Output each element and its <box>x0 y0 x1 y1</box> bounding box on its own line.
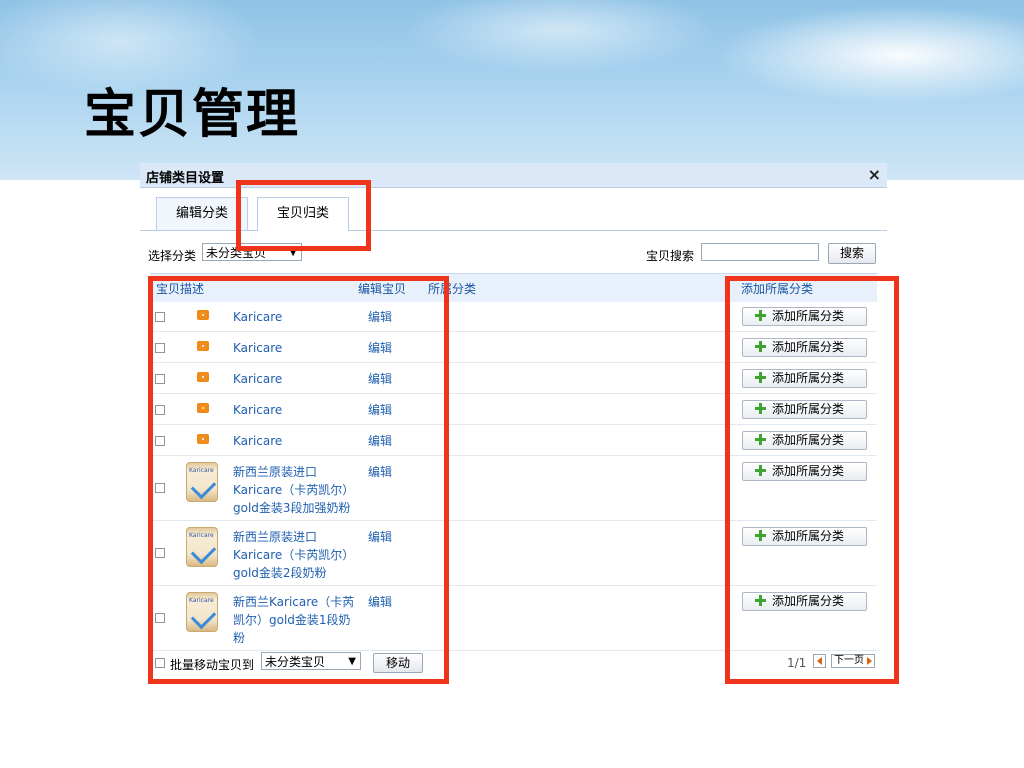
edit-link[interactable]: 编辑 <box>368 401 392 418</box>
add-category-button[interactable]: 添加所属分类 <box>742 369 867 388</box>
next-page-label: 下一页 <box>834 655 864 666</box>
row-checkbox[interactable] <box>155 374 165 384</box>
edit-link[interactable]: 编辑 <box>368 370 392 387</box>
chevron-down-icon: ▼ <box>348 656 356 667</box>
plus-icon <box>755 372 766 383</box>
table-row: 新西兰原装进口Karicare（卡芮凯尔）gold金装2段奶粉 编辑 添加所属分… <box>150 521 877 586</box>
table-row: Karicare 编辑 添加所属分类 <box>150 332 877 363</box>
category-filter-value: 未分类宝贝 <box>206 246 267 260</box>
page-indicator: 1/1 <box>787 656 807 670</box>
plus-icon <box>755 465 766 476</box>
product-thumbnail <box>186 462 218 502</box>
next-page-button[interactable]: 下一页 <box>831 654 875 668</box>
item-name-link[interactable]: Karicare <box>233 370 355 388</box>
add-category-label: 添加所属分类 <box>772 464 845 478</box>
select-all-checkbox[interactable] <box>155 658 165 668</box>
table-row: 新西兰Karicare（卡芮凯尔）gold金装1段奶粉 编辑 添加所属分类 <box>150 586 877 651</box>
search-input[interactable] <box>701 243 819 261</box>
item-name-link[interactable]: 新西兰原装进口Karicare（卡芮凯尔）gold金装2段奶粉 <box>233 528 355 582</box>
batch-move-label: 批量移动宝贝到 <box>170 658 255 672</box>
camera-icon <box>197 372 209 382</box>
table-row: Karicare 编辑 添加所属分类 <box>150 425 877 456</box>
row-checkbox[interactable] <box>155 343 165 353</box>
item-name-link[interactable]: 新西兰原装进口Karicare（卡芮凯尔）gold金装3段加强奶粉 <box>233 463 355 517</box>
search-label: 宝贝搜索 <box>646 249 695 263</box>
product-thumbnail <box>186 527 218 567</box>
add-category-button[interactable]: 添加所属分类 <box>742 431 867 450</box>
category-filter-select[interactable]: 未分类宝贝 ▼ <box>202 243 302 261</box>
row-checkbox[interactable] <box>155 483 165 493</box>
tab-bar: 编辑分类 宝贝归类 <box>140 197 887 231</box>
add-category-label: 添加所属分类 <box>772 433 845 447</box>
add-category-button[interactable]: 添加所属分类 <box>742 527 867 546</box>
plus-icon <box>755 310 766 321</box>
camera-icon <box>197 434 209 444</box>
move-button[interactable]: 移动 <box>373 653 423 673</box>
item-name-link[interactable]: Karicare <box>233 401 355 419</box>
row-checkbox[interactable] <box>155 436 165 446</box>
plus-icon <box>755 341 766 352</box>
camera-icon <box>197 310 209 320</box>
plus-icon <box>755 403 766 414</box>
column-header-add-category: 添加所属分类 <box>741 282 814 296</box>
category-settings-dialog: 店铺类目设置 × 编辑分类 宝贝归类 选择分类 未分类宝贝 ▼ 宝贝搜索 搜索 … <box>140 163 887 683</box>
table-footer: 批量移动宝贝到 未分类宝贝 ▼ 移动 1/1 下一页 <box>150 648 877 676</box>
add-category-button[interactable]: 添加所属分类 <box>742 307 867 326</box>
add-category-button[interactable]: 添加所属分类 <box>742 400 867 419</box>
add-category-label: 添加所属分类 <box>772 594 845 608</box>
search-button[interactable]: 搜索 <box>828 243 876 264</box>
edit-link[interactable]: 编辑 <box>368 339 392 356</box>
add-category-label: 添加所属分类 <box>772 402 845 416</box>
table-row: Karicare 编辑 添加所属分类 <box>150 394 877 425</box>
edit-link[interactable]: 编辑 <box>368 308 392 325</box>
column-header-category: 所属分类 <box>428 282 477 296</box>
edit-link[interactable]: 编辑 <box>368 432 392 449</box>
dialog-header: 店铺类目设置 × <box>140 163 887 188</box>
add-category-button[interactable]: 添加所属分类 <box>742 338 867 357</box>
batch-target-value: 未分类宝贝 <box>265 655 326 669</box>
plus-icon <box>755 530 766 541</box>
slide-title: 宝贝管理 <box>84 84 301 145</box>
arrow-right-icon <box>867 657 872 665</box>
add-category-button[interactable]: 添加所属分类 <box>742 592 867 611</box>
batch-target-select[interactable]: 未分类宝贝 ▼ <box>261 652 361 670</box>
item-name-link[interactable]: 新西兰Karicare（卡芮凯尔）gold金装1段奶粉 <box>233 593 355 647</box>
add-category-label: 添加所属分类 <box>772 340 845 354</box>
dialog-title: 店铺类目设置 <box>146 171 225 186</box>
filter-label: 选择分类 <box>148 249 197 263</box>
table-row: 新西兰原装进口Karicare（卡芮凯尔）gold金装3段加强奶粉 编辑 添加所… <box>150 456 877 521</box>
table-row: Karicare 编辑 添加所属分类 <box>150 363 877 394</box>
plus-icon <box>755 434 766 445</box>
column-header-desc: 宝贝描述 <box>156 282 205 296</box>
chevron-down-icon: ▼ <box>289 247 297 258</box>
row-checkbox[interactable] <box>155 312 165 322</box>
camera-icon <box>197 403 209 413</box>
tab-edit-category[interactable]: 编辑分类 <box>156 197 248 230</box>
row-checkbox[interactable] <box>155 613 165 623</box>
edit-link[interactable]: 编辑 <box>368 528 392 545</box>
row-checkbox[interactable] <box>155 548 165 558</box>
column-header-edit: 编辑宝贝 <box>358 282 407 296</box>
item-name-link[interactable]: Karicare <box>233 308 355 326</box>
item-name-link[interactable]: Karicare <box>233 339 355 357</box>
edit-link[interactable]: 编辑 <box>368 463 392 480</box>
close-icon[interactable]: × <box>868 165 881 184</box>
item-name-link[interactable]: Karicare <box>233 432 355 450</box>
table-header: 宝贝描述 编辑宝贝 所属分类 添加所属分类 <box>150 273 877 302</box>
camera-icon <box>197 341 209 351</box>
add-category-label: 添加所属分类 <box>772 309 845 323</box>
add-category-label: 添加所属分类 <box>772 371 845 385</box>
product-thumbnail <box>186 592 218 632</box>
plus-icon <box>755 595 766 606</box>
row-checkbox[interactable] <box>155 405 165 415</box>
edit-link[interactable]: 编辑 <box>368 593 392 610</box>
tab-item-categorize[interactable]: 宝贝归类 <box>257 197 349 231</box>
add-category-label: 添加所属分类 <box>772 529 845 543</box>
item-list: Karicare 编辑 添加所属分类 Karicare 编辑 添加所属分类 Ka… <box>150 301 877 651</box>
table-row: Karicare 编辑 添加所属分类 <box>150 301 877 332</box>
prev-page-icon[interactable] <box>813 654 826 668</box>
add-category-button[interactable]: 添加所属分类 <box>742 462 867 481</box>
